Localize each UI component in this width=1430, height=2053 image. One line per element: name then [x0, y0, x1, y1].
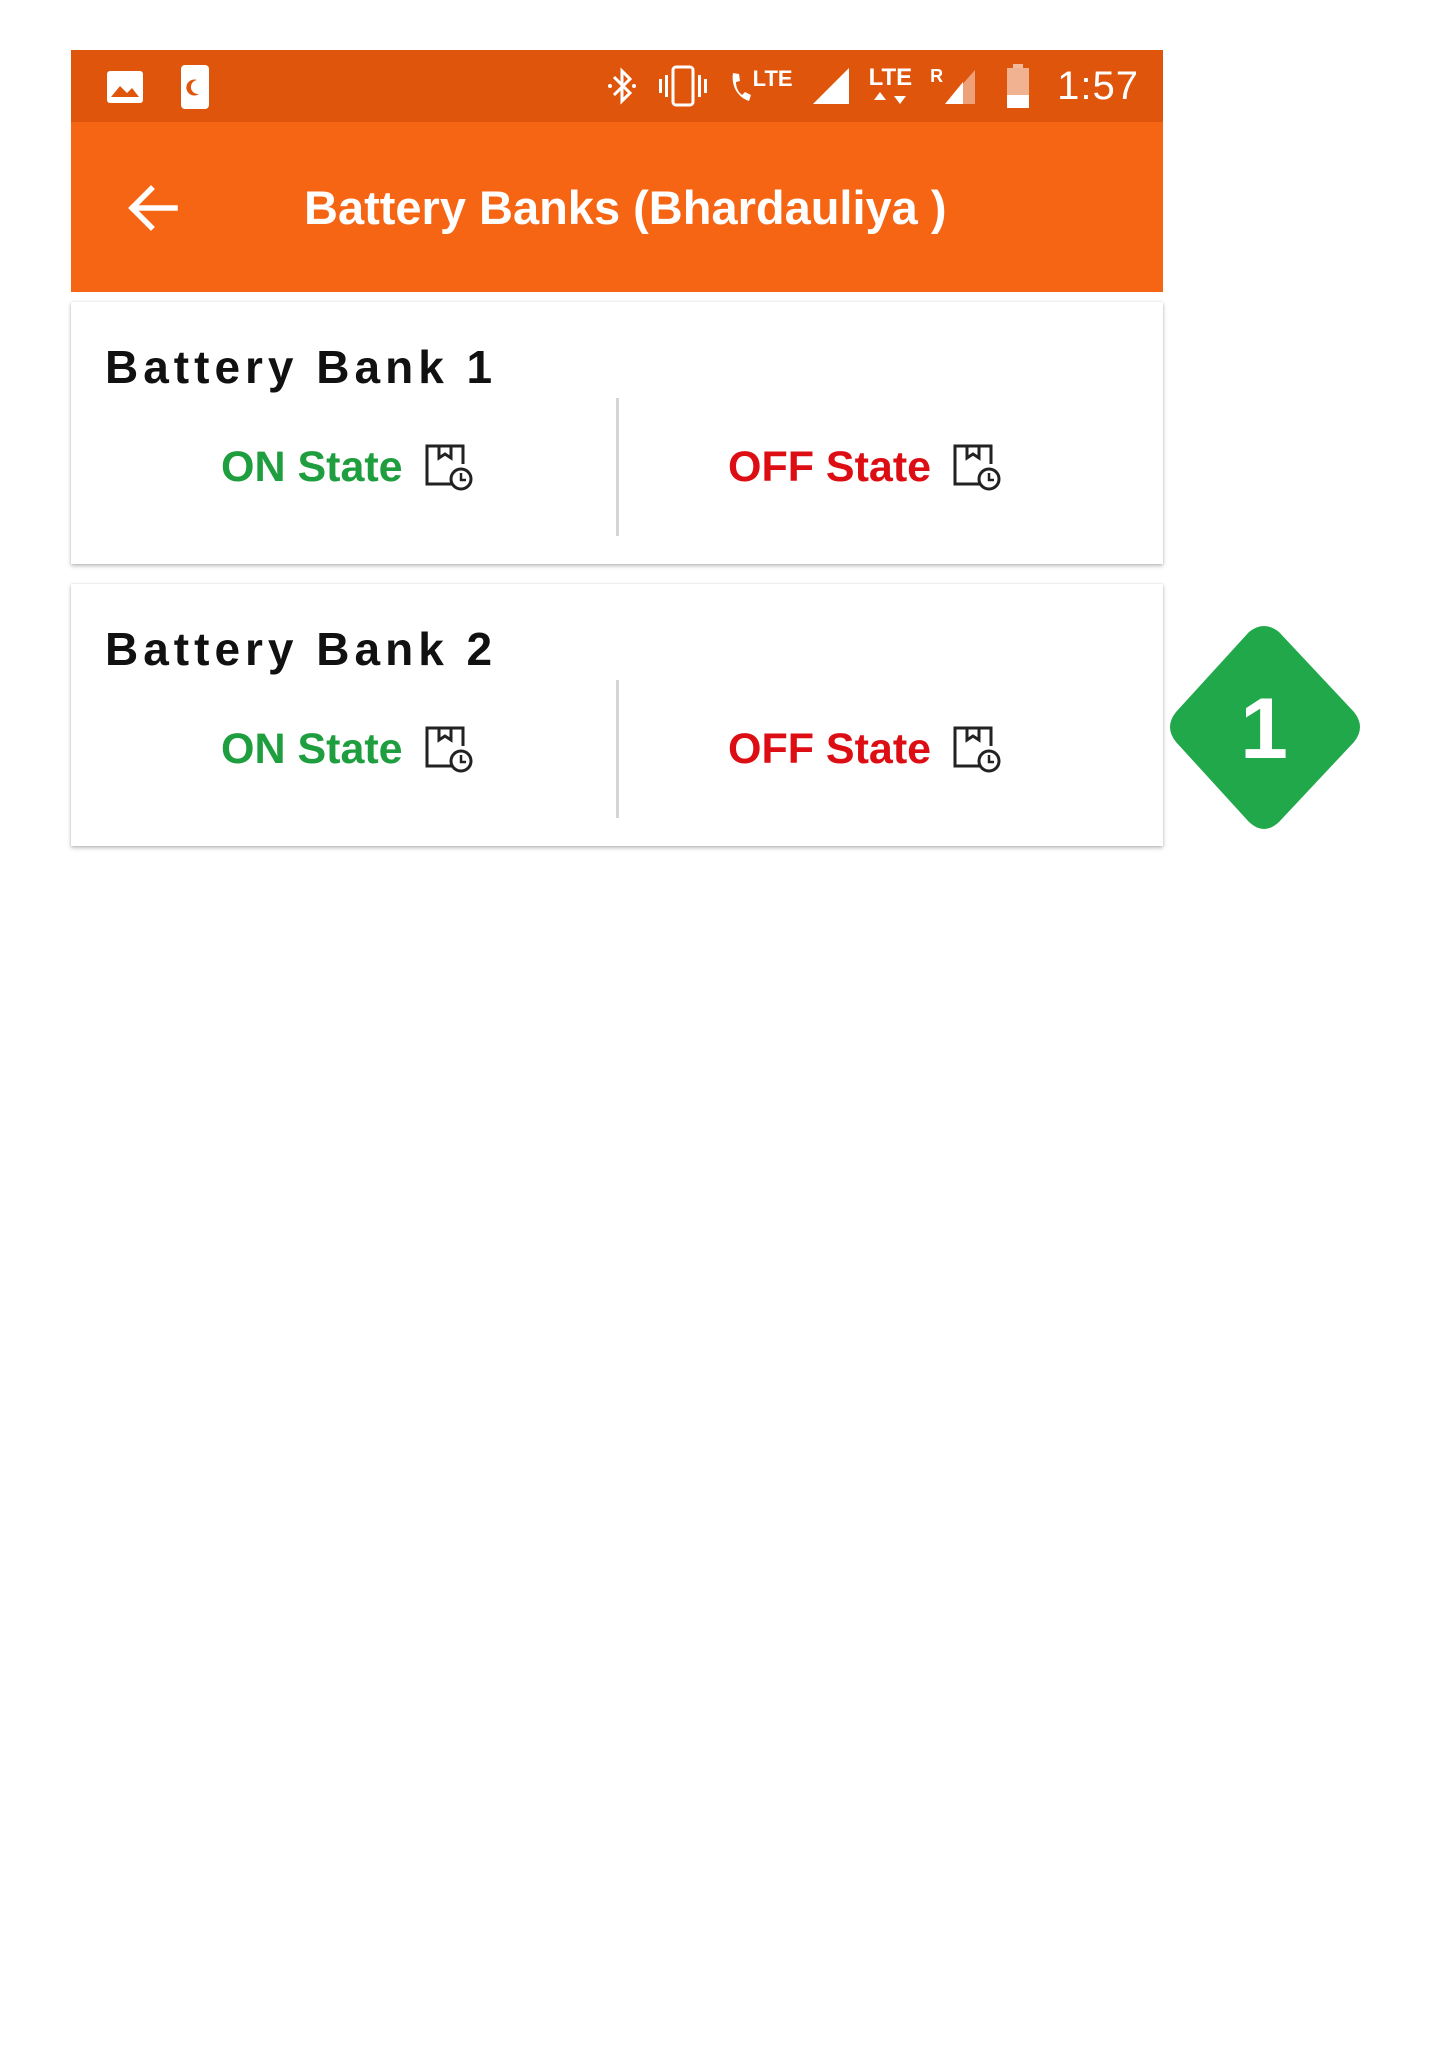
- arrow-left-icon: [128, 185, 178, 231]
- battery-bank-card: Battery Bank 1 ON State OFF State: [71, 302, 1163, 564]
- battery-icon: [1005, 63, 1031, 109]
- off-state-button[interactable]: OFF State: [728, 724, 1001, 774]
- vibrate-icon: [657, 65, 709, 107]
- history-icon: [423, 724, 473, 774]
- badge-number: 1: [1240, 680, 1288, 777]
- on-state-button[interactable]: ON State: [221, 724, 473, 774]
- battery-bank-title: Battery Bank 2: [105, 623, 498, 675]
- back-button[interactable]: [123, 178, 183, 238]
- on-state-label: ON State: [221, 724, 403, 773]
- moon-card-icon: [179, 64, 211, 110]
- history-icon: [423, 442, 473, 492]
- history-icon: [951, 442, 1001, 492]
- status-time: 1:57: [1057, 63, 1139, 108]
- volte-call-icon: LTE: [727, 65, 793, 107]
- state-divider: [616, 680, 619, 818]
- roaming-signal-icon: R: [930, 66, 977, 106]
- bluetooth-icon: [605, 65, 639, 107]
- history-icon: [951, 724, 1001, 774]
- on-state-label: ON State: [221, 442, 403, 491]
- battery-bank-card: Battery Bank 2 ON State OFF State: [71, 584, 1163, 846]
- off-state-button[interactable]: OFF State: [728, 442, 1001, 492]
- signal-icon: [811, 66, 851, 106]
- status-bar: LTE LTE R 1:57: [71, 50, 1163, 122]
- volte-label: LTE: [752, 66, 793, 91]
- off-state-label: OFF State: [728, 442, 932, 491]
- annotation-badge: 1: [1164, 624, 1364, 834]
- battery-bank-title: Battery Bank 1: [105, 341, 498, 393]
- phone-screen: LTE LTE R 1:57 Battery Banks (Bhardauliy…: [71, 50, 1163, 846]
- on-state-button[interactable]: ON State: [221, 442, 473, 492]
- lte-label: LTE: [868, 64, 913, 91]
- off-state-label: OFF State: [728, 724, 932, 773]
- lte-data-icon: LTE: [868, 64, 913, 106]
- roaming-label: R: [930, 66, 944, 86]
- image-icon: [105, 67, 145, 107]
- status-bar-right: LTE LTE R 1:57: [605, 60, 1139, 112]
- status-bar-left: [105, 64, 211, 110]
- app-bar: Battery Banks (Bhardauliya ): [71, 122, 1163, 292]
- state-divider: [616, 398, 619, 536]
- page-title: Battery Banks (Bhardauliya ): [304, 181, 947, 234]
